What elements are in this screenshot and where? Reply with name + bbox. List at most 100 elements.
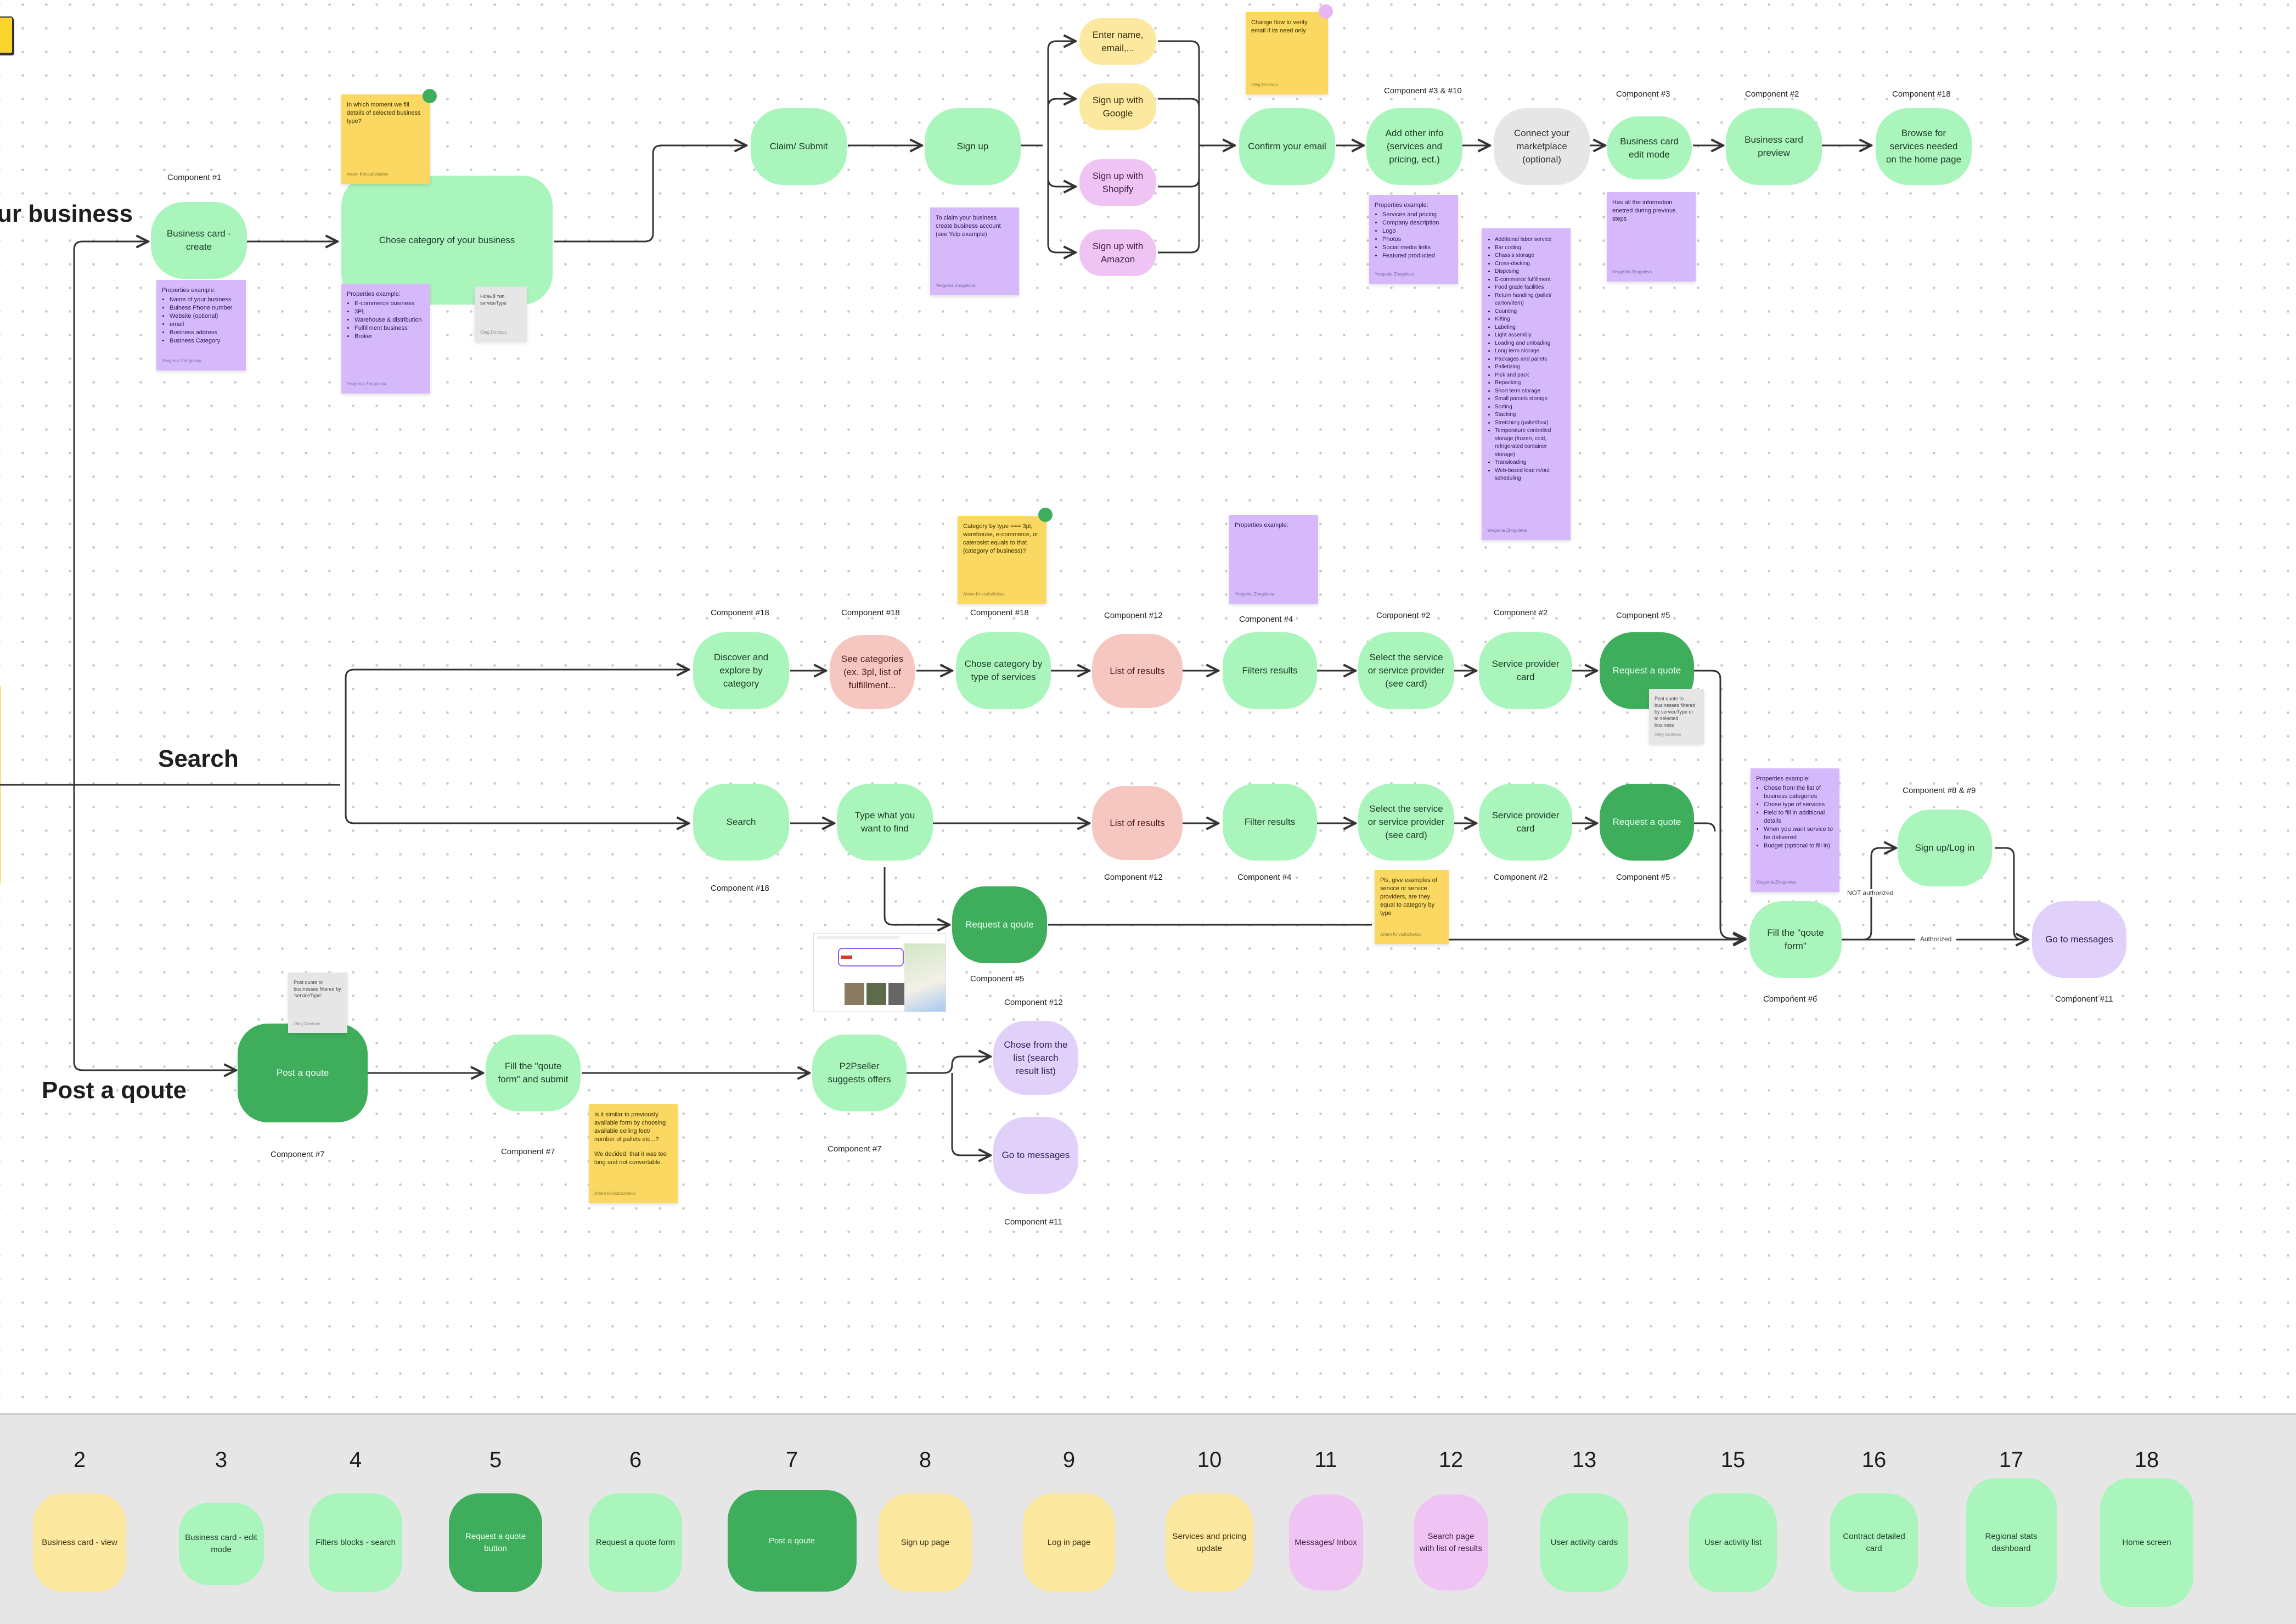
sticky-note-services-list[interactable]: Additional labor serviceBar codingChassi… [1482,228,1571,540]
node-filter-results[interactable]: Filter results [1223,784,1317,861]
legend-component-10[interactable]: Services and pricing update [1166,1493,1253,1592]
yelp-screenshot-thumbnail[interactable] [813,933,946,1012]
sticky-text: Is it similar to previously available fo… [594,1111,666,1143]
node-service-provider-card[interactable]: Service provider card [1479,632,1572,709]
sticky-note[interactable]: Post quote to businesses filtered by ser… [1649,689,1704,744]
sticky-note[interactable]: Is it similar to previously available fo… [589,1104,678,1203]
node-connect-marketplace[interactable]: Connect your marketplace (optional) [1494,108,1590,185]
node-fill-quote-form[interactable]: Fill the "qoute form" [1749,901,1842,978]
legend-component-12[interactable]: Search page with list of results [1414,1494,1488,1591]
node-service-provider-card[interactable]: Service provider card [1479,784,1572,861]
legend-number: 12 [1438,1448,1464,1472]
reaction-badge[interactable] [1319,4,1333,19]
legend-component-6[interactable]: Request a quote form [589,1493,682,1592]
node-go-to-messages[interactable]: Go to messages [993,1117,1078,1194]
sticky-note[interactable]: Change flow to verify email if its need … [1246,12,1328,94]
component-label: Component #2 [1745,89,1799,99]
node-chose-from-list[interactable]: Chose from the list (search result list) [993,1021,1078,1095]
frame-marker[interactable] [0,16,13,54]
sticky-text: In which moment we fill details of selec… [347,102,421,125]
sticky-note[interactable]: Properties example: Yevgenia Zhogoleva [1229,515,1318,604]
node-business-card-preview[interactable]: Business card preview [1726,108,1822,185]
legend-component-3[interactable]: Business card - edit mode [178,1503,264,1585]
legend-component-9[interactable]: Log in page [1023,1493,1115,1592]
list-item: Business address [170,329,240,337]
node-post-a-qoute[interactable]: Post a qoute [238,1024,368,1122]
node-enter-name-email[interactable]: Enter name, email,... [1079,18,1156,65]
sticky-text: Has all the information enetred during p… [1612,199,1676,222]
list-item: Loading and unloading [1495,340,1565,348]
sticky-list: Additional labor serviceBar codingChassi… [1487,236,1565,483]
node-see-categories[interactable]: See categories (ex. 3pl, list of fulfill… [830,635,915,709]
node-confirm-email[interactable]: Confirm your email [1239,108,1335,185]
legend-component-5[interactable]: Request a quote button [449,1493,542,1592]
sticky-author: Yevgenia Zhogoleva [1612,269,1652,274]
node-list-of-results[interactable]: List of results [1092,786,1183,860]
node-business-card-edit-mode[interactable]: Business card edit mode [1607,116,1692,179]
node-add-other-info[interactable]: Add other info (services and pricing, ec… [1366,108,1462,185]
legend-component-13[interactable]: User activity cards [1540,1493,1628,1592]
node-select-service-provider[interactable]: Select the service or service provider (… [1358,784,1454,861]
legend-component-7[interactable]: Post a qoute [727,1490,857,1592]
node-business-card-create[interactable]: Business card - create [151,202,247,279]
legend-component-16[interactable]: Contract detailed card [1830,1493,1918,1592]
sticky-author: Oleg Dontsov [1251,82,1278,87]
connector-to-post [73,785,236,1070]
sticky-note[interactable]: Properties example: Chose from the list … [1751,768,1839,892]
legend-component-11[interactable]: Messages/ Inbox [1288,1494,1363,1591]
node-go-to-messages[interactable]: Go to messages [2032,901,2126,978]
node-sign-up-amazon[interactable]: Sign up with Amazon [1079,229,1156,276]
sticky-author: Yevgenia Zhogoleva [1487,527,1527,533]
sticky-note[interactable]: Post quote to businesses filtered by 'se… [288,973,347,1033]
sticky-note[interactable]: Properties example: Name of your busines… [156,280,246,370]
sticky-note[interactable]: Properties example: Services and pricing… [1369,195,1458,284]
node-browse-home-page[interactable]: Browse for services needed on the home p… [1876,108,1972,185]
legend-component-4[interactable]: Filters blocks - search [309,1493,402,1592]
sticky-author: Oleg Dontsov [294,1021,320,1026]
sticky-title: Properties example: [1235,522,1288,529]
node-sign-up-shopify[interactable]: Sign up with Shopify [1079,159,1156,206]
node-request-quote-button[interactable]: Request a quote [1600,784,1694,861]
sticky-text: Новый тип serviceType [480,294,507,306]
sticky-note[interactable]: Has all the information enetred during p… [1607,192,1696,282]
node-chose-category-type[interactable]: Chose category by type of services [956,632,1051,709]
node-request-qoute[interactable]: Request a qoute [952,886,1047,963]
sticky-note[interactable]: To claim your business create business a… [930,207,1019,295]
list-item: Disposing [1495,268,1565,276]
legend-component-2[interactable]: Business card - view [33,1493,126,1592]
legend-number: 16 [1861,1448,1887,1472]
node-type-what-you-want[interactable]: Type what you want to find [837,784,933,861]
node-search[interactable]: Search [693,784,789,861]
node-discover-category[interactable]: Discover and explore by category [693,632,789,709]
whiteboard-canvas[interactable]: ur business Search Post a qoute Componen… [0,0,2296,1413]
node-filters-results[interactable]: Filters results [1223,632,1317,709]
component-label: Component #6 [1763,994,1817,1004]
legend-component-8[interactable]: Sign up page [879,1493,972,1592]
list-item: Budget (optional to fill in) [1764,842,1834,850]
component-label: Component #7 [271,1150,325,1159]
component-label: Component #5 [970,974,1025,984]
node-select-service-provider[interactable]: Select the service or service provider (… [1358,632,1454,709]
legend-component-18[interactable]: Home screen [2100,1478,2193,1607]
sticky-note[interactable]: Category by type === 3pl, warehouse, e-c… [958,516,1046,604]
node-sign-up[interactable]: Sign up [925,108,1021,185]
legend-number: 17 [1999,1448,2024,1472]
reaction-badge[interactable] [1038,508,1053,522]
reaction-badge[interactable] [423,89,437,103]
sticky-note[interactable]: Pls, give examples of service or service… [1375,870,1449,944]
legend-number: 2 [73,1448,86,1472]
sticky-note[interactable]: Properties example: E-commerce business … [341,284,430,394]
node-claim-submit[interactable]: Claim/ Submit [751,108,847,185]
node-sign-up-google[interactable]: Sign up with Google [1079,83,1156,130]
sticky-text: Change flow to verify email if its need … [1251,19,1308,34]
node-list-of-results[interactable]: List of results [1092,634,1183,708]
legend-component-15[interactable]: User activity list [1689,1493,1777,1592]
sticky-note[interactable]: Новый тип serviceType Oleg Dontsov [475,286,527,341]
node-fill-quote-form-submit[interactable]: Fill the "qoute form" and submit [486,1035,581,1111]
list-item: Short term storage [1495,387,1565,396]
node-sign-up-log-in[interactable]: Sign up/Log in [1898,810,1992,886]
node-p2pseller-suggests[interactable]: P2Pseller suggests offers [812,1035,907,1111]
legend-component-17[interactable]: Regional stats dashboard [1966,1478,2057,1607]
component-label: Component #5 [1616,873,1670,882]
sticky-note[interactable]: In which moment we fill details of selec… [341,94,430,184]
